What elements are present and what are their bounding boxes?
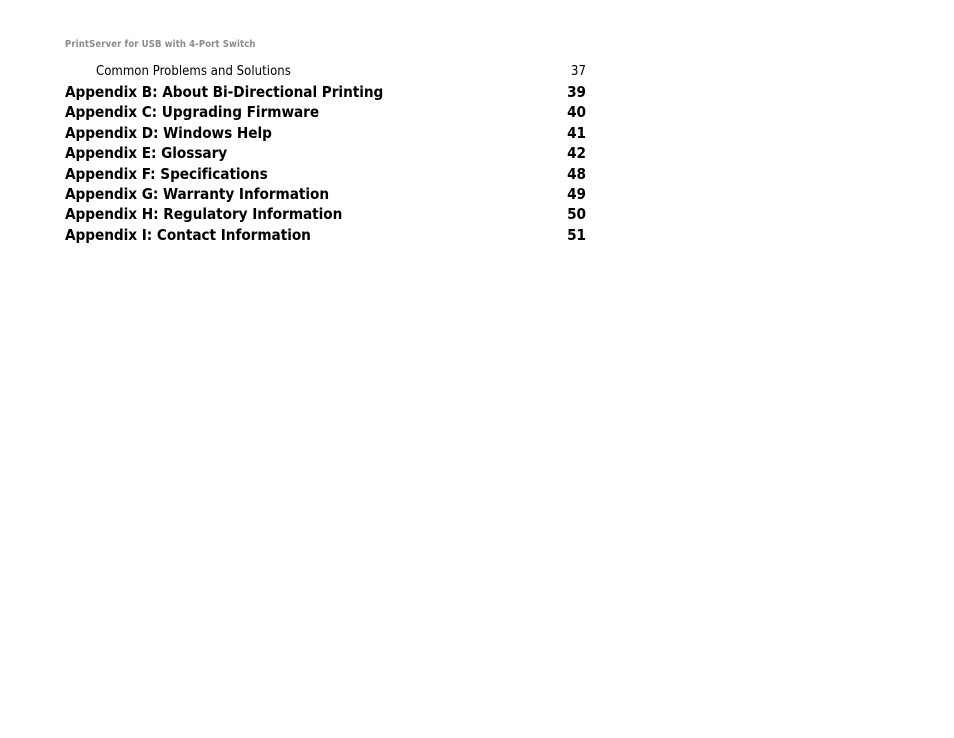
toc-entry-title: Appendix B: About Bi-Directional Printin… [65,83,384,101]
toc-entry[interactable]: Appendix D: Windows Help 41 [65,124,586,144]
toc-entry-title: Appendix G: Warranty Information [65,184,330,203]
toc-entry[interactable]: Appendix H: Regulatory Information 50 [65,205,586,225]
toc-entry-page-number: 42 [567,144,586,163]
toc-entry-title: Appendix H: Regulatory Information [65,205,343,224]
toc-entry[interactable]: Appendix B: About Bi-Directional Printin… [65,83,586,103]
toc-entry[interactable]: Appendix C: Upgrading Firmware 40 [65,103,586,123]
toc-entry-title: Appendix C: Upgrading Firmware [65,103,320,122]
toc-entry[interactable]: Appendix E: Glossary 42 [65,144,586,164]
toc-entry-page-number: 48 [567,164,586,183]
toc-entry-title: Common Problems and Solutions [96,64,291,79]
toc-entry-title: Appendix I: Contact Information [65,225,311,244]
toc-entry[interactable]: Common Problems and Solutions 37 [65,64,586,83]
toc-entry-page-number: 41 [567,123,586,142]
toc-entry-page-number: 49 [567,184,586,203]
toc-entry-page-number: 50 [567,205,586,224]
toc-entry[interactable]: Appendix I: Contact Information 51 [65,226,586,246]
toc-entry-page-number: 40 [567,103,586,122]
document-page: PrintServer for USB with 4-Port Switch C… [0,0,954,738]
toc-entry[interactable]: Appendix G: Warranty Information 49 [65,185,586,205]
toc-entry-title: Appendix F: Specifications [65,164,268,183]
toc-entry[interactable]: Appendix F: Specifications 48 [65,165,586,185]
table-of-contents: Common Problems and Solutions 37 Appendix … [65,64,586,246]
toc-entry-page-number: 37 [571,64,586,79]
toc-entry-page-number: 51 [567,225,586,244]
toc-entry-title: Appendix E: Glossary [65,144,228,163]
running-header: PrintServer for USB with 4-Port Switch [65,39,256,50]
toc-entry-title: Appendix D: Windows Help [65,123,272,142]
toc-entry-page-number: 39 [567,83,586,101]
